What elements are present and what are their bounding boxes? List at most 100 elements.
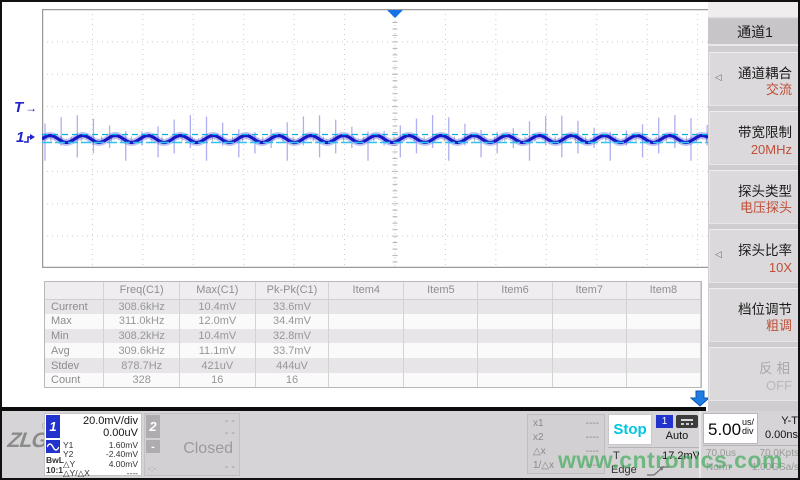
- run-state-label: Stop: [613, 421, 646, 438]
- row-label: Min: [45, 329, 104, 344]
- table-cell: 10.4mV: [179, 329, 255, 344]
- menu-item-3[interactable]: 探头类型电压探头: [709, 170, 800, 224]
- menu-item-4[interactable]: ◁探头比率10X: [709, 229, 800, 283]
- menu-item-label: 反相: [759, 357, 794, 377]
- table-cell: 16: [255, 373, 329, 388]
- channel2-info-box[interactable]: 2 - - - - - Closed -:- - -: [144, 413, 240, 476]
- channel1-info-box[interactable]: 1 20.0mV/div 0.00uV BwL 10:1 Y11.60mVY2-…: [44, 413, 142, 476]
- table-header-cell: Item6: [478, 282, 552, 299]
- menu-item-1[interactable]: ◁通道耦合交流: [709, 52, 800, 106]
- run-state-box[interactable]: Stop: [608, 414, 652, 445]
- table-header-cell: Item8: [626, 282, 700, 299]
- trigger-arrow-icon: →: [25, 101, 37, 115]
- x-cursor-row: x2----: [533, 432, 599, 443]
- channel1-scale: 20.0mV/div: [83, 415, 138, 427]
- menu-item-label: 探头比率: [738, 239, 792, 259]
- table-cell: [404, 343, 478, 358]
- table-cell: [478, 343, 552, 358]
- table-cell: [329, 314, 404, 329]
- ac-coupling-icon: [46, 440, 60, 453]
- channel2-scale: - -: [225, 415, 235, 427]
- table-cell: [404, 358, 478, 373]
- table-row: Max311.0kHz12.0mV34.4mV: [45, 314, 701, 329]
- menu-item-2[interactable]: 带宽限制20MHz: [709, 111, 800, 165]
- table-cell: [329, 373, 404, 388]
- measurement-header-row: Freq(C1)Max(C1)Pk-Pk(C1)Item4Item5Item6I…: [45, 282, 701, 299]
- menu-item-value: 电压探头: [740, 197, 792, 216]
- table-cell: [329, 343, 404, 358]
- table-cell: [478, 314, 552, 329]
- table-row: Stdev878.7Hz421uV444uV: [45, 358, 701, 373]
- x-cursor-row: x1----: [533, 418, 599, 429]
- menu-item-value: OFF: [766, 378, 792, 393]
- oscilloscope-screen: T→ 1 Freq(C1)Max(C1)Pk-Pk(C1)Item4Item5I…: [0, 0, 800, 480]
- table-cell: [626, 329, 700, 344]
- table-cell: [329, 329, 404, 344]
- zlg-logo: ZLG: [6, 429, 48, 453]
- table-cell: [329, 358, 404, 373]
- table-cell: [478, 299, 552, 314]
- table-cell: [404, 329, 478, 344]
- channel2-coupling-badge: -: [146, 440, 160, 453]
- table-cell: 308.6kHz: [104, 299, 179, 314]
- table-cell: [404, 299, 478, 314]
- table-cell: 10.4mV: [179, 299, 255, 314]
- waveform-plot: [42, 9, 708, 268]
- table-cell: [552, 358, 626, 373]
- table-cell: [626, 373, 700, 388]
- table-cell: 309.6kHz: [104, 343, 179, 358]
- table-cell: [329, 299, 404, 314]
- table-cell: 16: [179, 373, 255, 388]
- table-cell: [626, 343, 700, 358]
- channel2-badge: 2: [146, 415, 160, 438]
- table-cell: 878.7Hz: [104, 358, 179, 373]
- table-cell: 33.7mV: [255, 343, 329, 358]
- menu-item-5[interactable]: 档位调节粗调: [709, 288, 800, 342]
- table-cell: [552, 299, 626, 314]
- table-cell: [552, 373, 626, 388]
- menu-item-value: 粗调: [766, 315, 792, 334]
- timebase-divider: [703, 445, 800, 446]
- probe-ratio-flag: 10:1: [46, 465, 63, 475]
- channel1-position-marker[interactable]: 1: [16, 130, 35, 145]
- timebase-scale-box[interactable]: 5.00 us/ div: [703, 413, 758, 444]
- table-cell: 308.2kHz: [104, 329, 179, 344]
- trigger-dc-coupling-icon: [676, 415, 698, 428]
- channel2-status: Closed: [183, 440, 233, 458]
- table-cell: [626, 299, 700, 314]
- row-label: Max: [45, 314, 104, 329]
- table-row: Current308.6kHz10.4mV33.6mV: [45, 299, 701, 314]
- channel2-ratio: -:-: [148, 463, 156, 473]
- menu-item-label: 带宽限制: [738, 121, 792, 141]
- channel2-offset: - -: [225, 427, 235, 439]
- submenu-arrow-icon: ◁: [715, 72, 722, 83]
- measurement-table: Freq(C1)Max(C1)Pk-Pk(C1)Item4Item5Item6I…: [44, 281, 702, 388]
- table-cell: [478, 358, 552, 373]
- table-header-cell: Item5: [404, 282, 478, 299]
- display-mode: Y-T: [781, 415, 798, 427]
- table-cell: 328: [104, 373, 179, 388]
- table-cell: 311.0kHz: [104, 314, 179, 329]
- channel-menu-sidebar: 通道1 ◁通道耦合交流带宽限制20MHz探头类型电压探头◁探头比率10X档位调节…: [708, 2, 800, 411]
- table-header-cell: Max(C1): [179, 282, 255, 299]
- table-cell: [552, 329, 626, 344]
- menu-item-6: 反相OFF: [709, 347, 800, 401]
- table-cell: [404, 373, 478, 388]
- channel1-marker-label: 1: [16, 130, 24, 145]
- timebase-scale-unit: us/ div: [742, 418, 754, 436]
- timebase-scale-value: 5.00: [708, 420, 741, 440]
- table-cell: [478, 373, 552, 388]
- table-cell: 11.1mV: [179, 343, 255, 358]
- measurement-table-grid: Freq(C1)Max(C1)Pk-Pk(C1)Item4Item5Item6I…: [45, 282, 701, 388]
- table-header-cell: Item4: [329, 282, 404, 299]
- trigger-position-marker: [387, 10, 403, 18]
- watermark: www.cntronics.com: [558, 447, 783, 474]
- table-row: Avg309.6kHz11.1mV33.7mV: [45, 343, 701, 358]
- table-cell: 34.4mV: [255, 314, 329, 329]
- row-label: Avg: [45, 343, 104, 358]
- table-header-cell: Pk-Pk(C1): [255, 282, 329, 299]
- table-cell: [404, 314, 478, 329]
- row-label: Stdev: [45, 358, 104, 373]
- trigger-level-marker[interactable]: T→: [14, 100, 37, 116]
- channel1-ground-icon: [24, 132, 35, 144]
